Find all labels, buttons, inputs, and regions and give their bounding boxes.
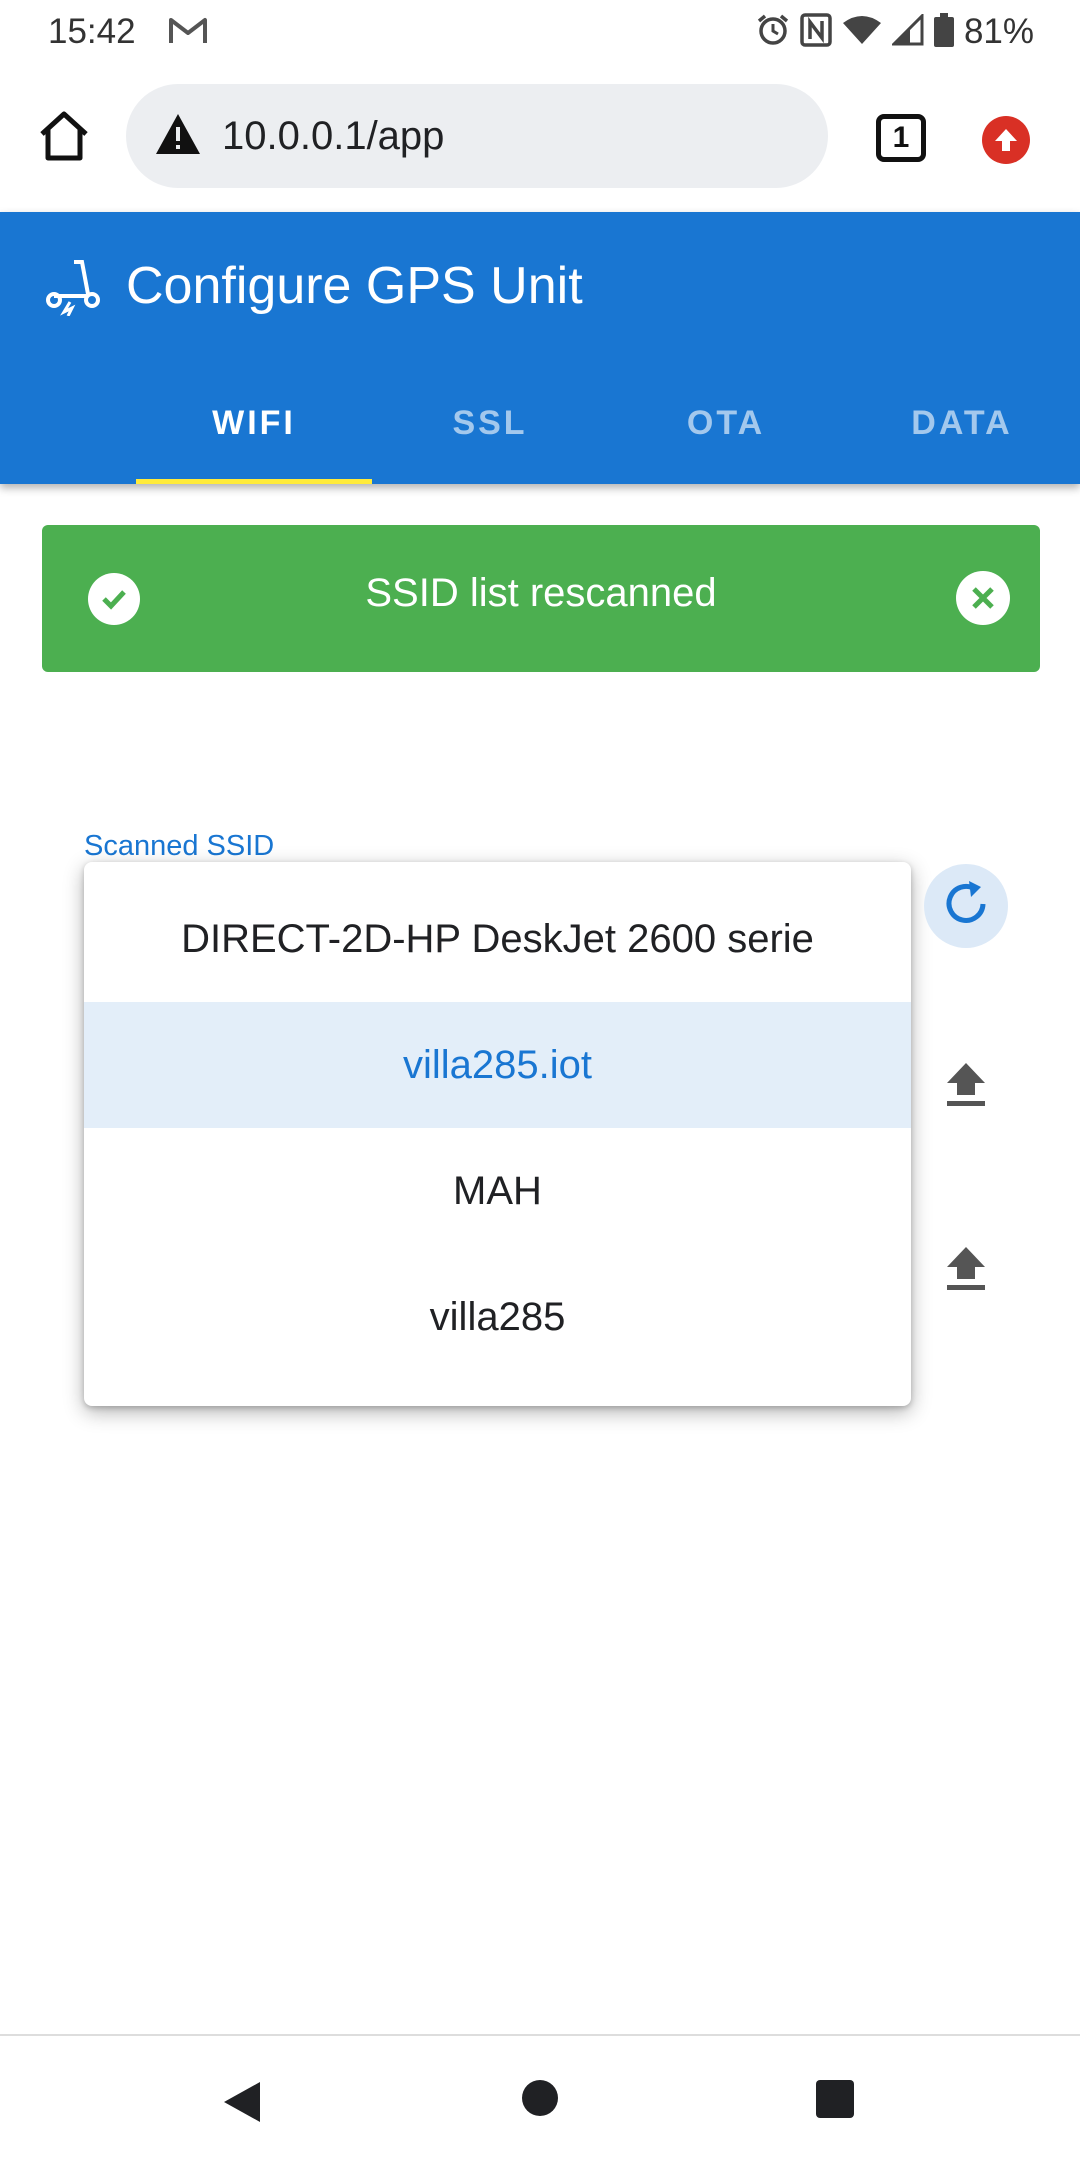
home-nav-icon[interactable] [522,2080,558,2116]
ssid-option-selected[interactable]: villa285.iot [84,1002,911,1128]
battery-percentage: 81% [963,12,1034,51]
tab-switcher-button[interactable]: 1 [876,114,926,162]
upload-icon[interactable] [945,1245,987,1296]
refresh-icon[interactable] [939,877,993,936]
rescan-button[interactable] [924,864,1008,948]
update-icon[interactable] [982,116,1030,164]
recents-icon[interactable] [816,2080,854,2118]
ssid-dropdown-menu: DIRECT-2D-HP DeskJet 2600 serie villa285… [84,862,911,1406]
upload-button[interactable] [936,1056,996,1116]
back-icon[interactable] [220,2080,262,2129]
url-text[interactable]: 10.0.0.1/app [222,114,444,159]
browser-toolbar: 10.0.0.1/app 1 [0,64,1080,210]
status-time: 15:42 [48,12,136,51]
ssid-option[interactable]: villa285 [84,1254,911,1380]
tab-data[interactable]: DATA [844,362,1080,484]
system-nav-bar [0,2034,1080,2160]
ssid-option[interactable]: DIRECT-2D-HP DeskJet 2600 serie [84,876,911,1002]
tab-ssl[interactable]: SSL [372,362,608,484]
app-header: Configure GPS Unit WIFI SSL OTA DATA [0,212,1080,484]
tab-wifi[interactable]: WIFI [136,362,372,484]
nfc-icon [800,12,832,52]
alarm-icon [756,13,790,52]
alert-message: SSID list rescanned [365,571,717,615]
app-title: Configure GPS Unit [126,257,583,315]
ssid-option[interactable]: MAH [84,1128,911,1254]
home-icon[interactable] [34,106,94,166]
status-bar: 15:42 81% [0,0,1080,64]
url-bar[interactable]: 10.0.0.1/app [126,84,828,188]
close-icon[interactable] [956,571,1010,625]
signal-icon [890,11,924,51]
tab-ota[interactable]: OTA [608,362,844,484]
ssid-field-label: Scanned SSID [84,830,275,862]
wifi-icon [842,14,882,51]
upload-button[interactable] [936,1240,996,1300]
battery-icon [933,12,954,52]
success-alert: SSID list rescanned [42,525,1040,672]
tab-bar: WIFI SSL OTA DATA [136,362,1080,484]
gmail-icon [168,16,208,51]
scooter-icon [44,256,104,321]
warning-icon[interactable] [154,112,202,161]
upload-icon[interactable] [945,1061,987,1112]
